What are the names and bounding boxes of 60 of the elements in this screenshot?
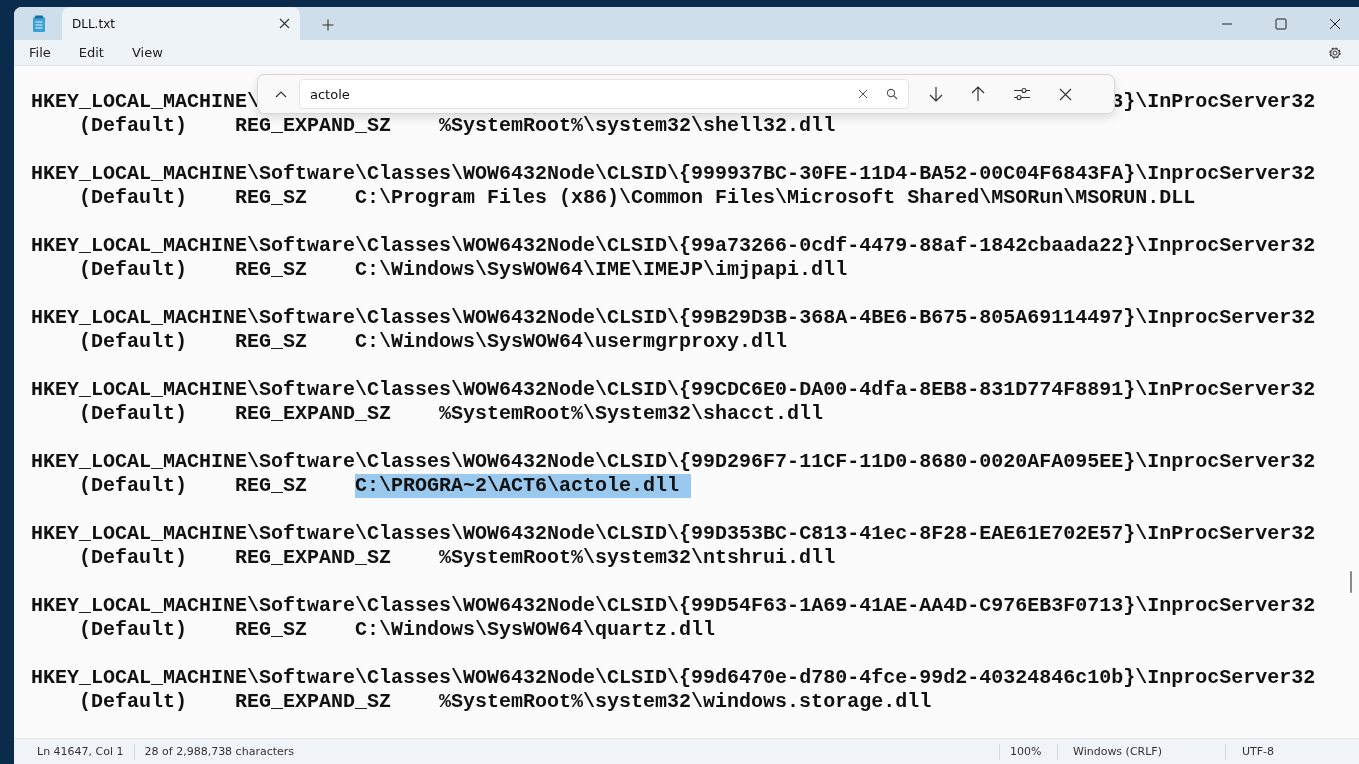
text-line: REG_EXPAND_SZ [235, 690, 392, 714]
scrollbar-thumb[interactable] [1350, 571, 1352, 593]
encoding[interactable]: UTF-8 [1225, 743, 1359, 760]
text-line: C:\Windows\SysWOW64\usermgrproxy.dll [355, 330, 788, 354]
close-icon[interactable] [279, 18, 290, 29]
text-line: REG_SZ [235, 330, 308, 354]
text-line: (Default) [79, 618, 188, 642]
menu-item[interactable]: View [131, 45, 163, 60]
text-line: %SystemRoot%\system32\ntshrui.dll [439, 546, 836, 570]
text-line: 3}\InProcServer32 [1111, 90, 1316, 114]
text-line: (Default) [79, 546, 188, 570]
new-tab-icon[interactable] [322, 18, 334, 31]
arrow-down-icon[interactable] [929, 86, 943, 102]
arrow-up-icon[interactable] [971, 86, 985, 102]
zoom-level[interactable]: 100% [999, 743, 1057, 760]
search-icon[interactable] [886, 88, 898, 100]
settings-icon[interactable] [1327, 44, 1343, 61]
text-line: %SystemRoot%\system32\shell32.dll [439, 114, 836, 138]
close-icon[interactable] [1059, 87, 1072, 101]
text-line: C:\Windows\SysWOW64\IME\IMEJP\imjpapi.dll [355, 258, 848, 282]
text-line: REG_EXPAND_SZ [235, 114, 392, 138]
text-line: (Default) [79, 402, 188, 426]
close-icon[interactable] [1329, 17, 1341, 30]
menu-item[interactable]: File [29, 45, 51, 60]
text-line: (Default) [79, 474, 188, 498]
document-tab[interactable]: DLL.txt [62, 7, 300, 40]
text-line: HKEY_LOCAL_MACHINE\Software\Classes\WOW6432Node\CLSID\{99a73266-0cdf-4479-88af-1842cbaada22}\InprocServer32 [31, 234, 1316, 258]
text-line: HKEY_LOCAL_MACHINE\Software\Classes\WOW6432Node\CLSID\{99D353BC-C813-41ec-8F28-EAE61E702E57}\InProcServer32 [31, 522, 1316, 546]
text-line: HKEY_LOCAL_MACHINE\Software\Classes\WOW6432Node\CLSID\{99D296F7-11CF-11D0-8680-0020AFA095EE}\InprocServer32 [31, 450, 1316, 474]
clear-icon[interactable] [858, 89, 868, 99]
character-count: 28 of 2,988,738 characters [133, 743, 305, 760]
notepad-icon [32, 14, 46, 33]
text-line: REG_EXPAND_SZ [235, 402, 392, 426]
text-line: HKEY_LOCAL_MACHINE\Software\Classes\WOW6432Node\CLSID\{999937BC-30FE-11D4-BA52-00C04F6843FA}\InprocServer32 [31, 162, 1316, 186]
text-line: (Default) [79, 114, 188, 138]
text-line: C:\Windows\SysWOW64\quartz.dll [355, 618, 716, 642]
text-line: REG_SZ [235, 474, 308, 498]
text-line: (Default) [79, 330, 188, 354]
text-line: %SystemRoot%\System32\shacct.dll [439, 402, 824, 426]
text-line: HKEY_LOCAL_MACHINE\Software\Classes\WOW6432Node\CLSID\{99d6470e-d780-4fce-99d2-40324846c10b}\InprocServer32 [31, 666, 1316, 690]
text-line: HKEY_LOCAL_MACHINE\ [31, 90, 260, 114]
text-line: REG_SZ [235, 618, 308, 642]
text-line: REG_EXPAND_SZ [235, 546, 392, 570]
menu-item[interactable]: Edit [78, 45, 104, 60]
text-line: HKEY_LOCAL_MACHINE\Software\Classes\WOW6432Node\CLSID\{99CDC6E0-DA00-4dfa-8EB8-831D774F8891}\InProcServer32 [31, 378, 1316, 402]
text-line: C:\Program Files (x86)\Common Files\Microsoft Shared\MSORun\MSORUN.DLL [355, 186, 1196, 210]
text-line: HKEY_LOCAL_MACHINE\Software\Classes\WOW6432Node\CLSID\{99B29D3B-368A-4BE6-B675-805A69114497}\InprocServer32 [31, 306, 1316, 330]
cursor-position: Ln 41647, Col 1 [36, 743, 125, 760]
text-line: REG_SZ [235, 186, 308, 210]
line-ending[interactable]: Windows (CRLF) [1057, 743, 1225, 760]
maximize-icon[interactable] [1275, 17, 1287, 30]
chevron-up-icon[interactable] [275, 90, 287, 98]
text-line: (Default) [79, 186, 188, 210]
search-field[interactable]: actole [299, 79, 909, 109]
text-line: (Default) [79, 690, 188, 714]
text-line: (Default) [79, 258, 188, 282]
text-line: %SystemRoot%\system32\windows.storage.dll [439, 690, 932, 714]
sliders-icon[interactable] [1013, 87, 1031, 101]
text-line: HKEY_LOCAL_MACHINE\Software\Classes\WOW6432Node\CLSID\{99D54F63-1A69-41AE-AA4D-C976EB3F0713}\InprocServer32 [31, 594, 1316, 618]
text-line: REG_SZ [235, 258, 308, 282]
